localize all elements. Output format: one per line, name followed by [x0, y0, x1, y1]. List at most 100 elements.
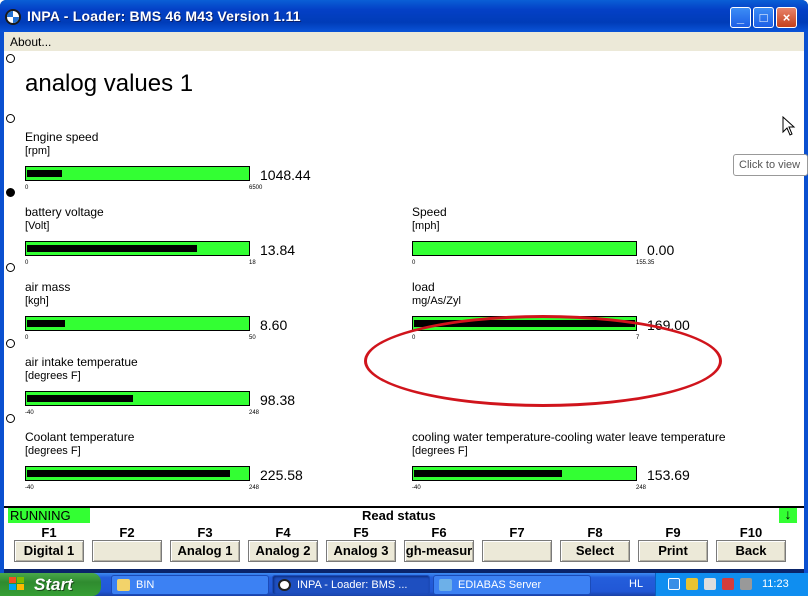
gauge-min: -40 [25, 485, 34, 491]
folder-icon [117, 579, 130, 591]
gauge-fill [414, 470, 562, 477]
back-button[interactable]: Back [716, 540, 786, 562]
gauge-min: 0 [25, 260, 29, 266]
start-label: Start [34, 575, 73, 594]
gauge-max: 18 [249, 260, 256, 266]
select-button[interactable]: Select [560, 540, 630, 562]
usb-device-icon[interactable] [704, 578, 716, 590]
status-running: RUNNING [8, 508, 90, 523]
gauge-value: 225.58 [260, 467, 303, 483]
title-bar[interactable]: INPA - Loader: BMS 46 M43 Version 1.11 _… [0, 0, 808, 32]
bmw-icon [278, 579, 291, 591]
gauge-coolant-temperature: Coolant temperature [degrees F] 225.58 -… [25, 430, 385, 494]
analog-1-button[interactable]: Analog 1 [170, 540, 240, 562]
gauge-value: 13.84 [260, 242, 296, 258]
fkey-label: F9 [665, 525, 681, 540]
window-frame-right [804, 32, 808, 573]
fkey-f6: F6 gh-measur [403, 523, 475, 567]
mouse-cursor-icon [782, 116, 796, 136]
gauge-bar [412, 241, 637, 256]
high-measurement-button[interactable]: gh-measur [404, 540, 474, 562]
gauge-unit: [degrees F] [25, 445, 81, 457]
gauge-unit: mg/As/Zyl [412, 295, 461, 307]
fkey-label: F3 [197, 525, 213, 540]
gauge-value: 0.00 [647, 242, 675, 258]
row-marker-circle [6, 414, 15, 423]
gauge-fill [27, 170, 62, 177]
gauge-unit: [kgh] [25, 295, 49, 307]
gauge-min: -40 [25, 410, 34, 416]
gauge-min: 0 [25, 335, 29, 341]
tooltip: Click to view [733, 154, 808, 176]
shield-icon[interactable] [686, 578, 698, 590]
server-icon [439, 579, 452, 591]
row-marker-selected [6, 188, 15, 197]
gauge-unit: [degrees F] [412, 445, 468, 457]
gauge-max: 248 [636, 485, 647, 491]
gauge-bar [412, 466, 637, 481]
gauge-cooling-water-temperature-difference: cooling water temperature-cooling water … [412, 430, 797, 494]
minimize-button[interactable]: _ [730, 7, 751, 28]
digital-1-button[interactable]: Digital 1 [14, 540, 84, 562]
taskbar-item-ediabas[interactable]: EDIABAS Server [433, 575, 591, 595]
page-title: analog values 1 [25, 70, 194, 97]
menu-item-about[interactable]: About... [10, 35, 51, 49]
gauge-min: 0 [412, 335, 416, 341]
app-window: INPA - Loader: BMS 46 M43 Version 1.11 _… [0, 0, 808, 573]
row-marker-circle [6, 339, 15, 348]
close-button[interactable]: × [776, 7, 797, 28]
f7-button[interactable] [482, 540, 552, 562]
bmw-logo-icon [5, 9, 21, 25]
gauge-engine-speed: Engine speed [rpm] 1048.44 0 6500 [25, 130, 385, 194]
security-alert-icon[interactable] [722, 578, 734, 590]
gauge-bar [412, 316, 637, 331]
gauge-fill [27, 320, 65, 327]
fkey-label: F8 [587, 525, 603, 540]
taskbar-item-bin[interactable]: BIN [111, 575, 269, 595]
volume-icon[interactable] [740, 578, 752, 590]
gauge-name: Coolant temperature [25, 430, 135, 444]
gauge-name: air intake temperatue [25, 355, 138, 369]
row-marker-circle [6, 263, 15, 272]
gauge-unit: [degrees F] [25, 370, 81, 382]
task-label: INPA - Loader: BMS ... [297, 579, 408, 591]
fkey-f8: F8 Select [559, 523, 631, 567]
gauge-unit: [Volt] [25, 220, 50, 232]
gauge-min: 0 [25, 185, 29, 191]
fkey-f9: F9 Print [637, 523, 709, 567]
gauge-bar [25, 466, 250, 481]
taskbar-item-inpa[interactable]: INPA - Loader: BMS ... [272, 575, 430, 595]
gauge-speed: Speed [mph] 0.00 0 155.35 [412, 205, 772, 269]
system-tray: 11:23 [655, 573, 808, 596]
gauge-bar [25, 316, 250, 331]
network-icon[interactable] [668, 578, 680, 590]
gauge-bar [25, 241, 250, 256]
fkey-label: F6 [431, 525, 447, 540]
status-read-label: Read status [362, 508, 436, 523]
gauge-bar [25, 166, 250, 181]
print-button[interactable]: Print [638, 540, 708, 562]
function-key-bar: F1 Digital 1 F2 F3 Analog 1 F4 Analog 2 F5 A… [4, 523, 804, 569]
menu-bar: About... [4, 32, 804, 51]
maximize-button[interactable]: □ [753, 7, 774, 28]
fkey-label: F1 [41, 525, 57, 540]
gauge-fill [27, 395, 133, 402]
fkey-f2: F2 [91, 523, 163, 567]
task-label: BIN [136, 579, 155, 591]
analog-3-button[interactable]: Analog 3 [326, 540, 396, 562]
gauge-name: Engine speed [25, 130, 99, 144]
f2-button[interactable] [92, 540, 162, 562]
start-button[interactable]: Start [0, 573, 101, 596]
fkey-label: F7 [509, 525, 525, 540]
windows-logo-icon [9, 577, 25, 592]
analog-2-button[interactable]: Analog 2 [248, 540, 318, 562]
fkey-f1: F1 Digital 1 [13, 523, 85, 567]
gauge-unit: [mph] [412, 220, 440, 232]
gauge-value: 153.69 [647, 467, 690, 483]
gauge-max: 248 [249, 485, 260, 491]
gauge-max: 248 [249, 410, 260, 416]
gauge-name: air mass [25, 280, 71, 294]
status-bar: RUNNING Read status ↓ [4, 506, 804, 523]
gauge-name: cooling water temperature-cooling water … [412, 430, 726, 444]
language-indicator[interactable]: HL [629, 578, 643, 590]
